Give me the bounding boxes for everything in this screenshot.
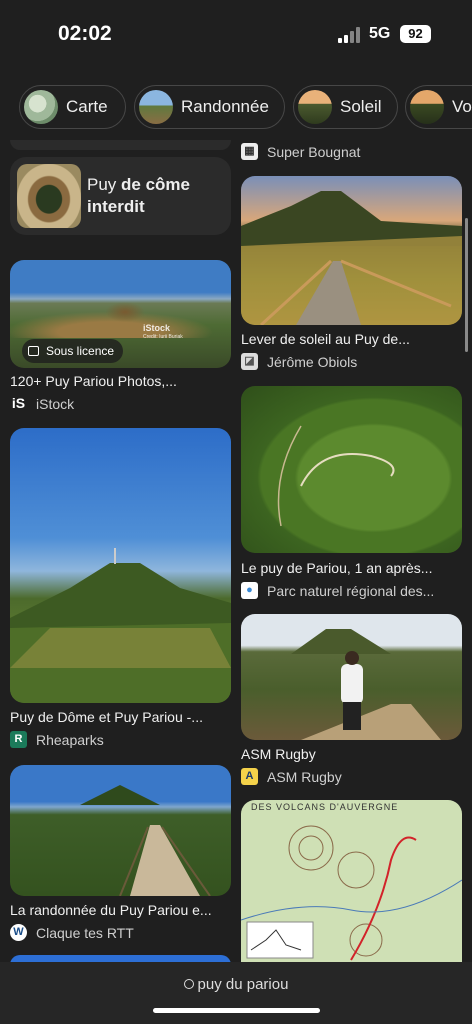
chip-carte[interactable]: Carte [19, 85, 126, 129]
clock: 02:02 [58, 22, 112, 45]
search-query[interactable]: puy du pariou [0, 976, 472, 993]
asm-rugby-icon: A [241, 768, 258, 785]
watermark-credit: Credit: Iurii Buriak [143, 334, 183, 340]
chip-vol[interactable]: Vol [405, 85, 472, 129]
result-image-hiking-map[interactable]: DES VOLCANS D'AUVERGNE [241, 800, 462, 962]
result-image-asm-rugby[interactable] [241, 614, 462, 740]
istock-icon: iS [11, 395, 26, 411]
chip-soleil[interactable]: Soleil [293, 85, 398, 129]
result-source: A ASM Rugby [241, 768, 342, 785]
hike-thumbnail-icon [139, 90, 173, 124]
scrollbar[interactable] [465, 218, 468, 352]
result-image-claque-tes-rtt[interactable] [10, 765, 231, 896]
cellular-signal-icon [338, 27, 362, 43]
wordpress-icon: W [10, 924, 27, 941]
previous-card-edge [10, 140, 231, 150]
image-icon [28, 346, 39, 356]
topo-map-drawing [241, 825, 462, 961]
sun-thumbnail-icon [298, 90, 332, 124]
battery-icon: 92 [400, 25, 431, 43]
crater-thumbnail [17, 164, 81, 228]
home-indicator[interactable] [153, 1008, 320, 1013]
crater-aerial-drawing [277, 425, 395, 527]
result-image-parc-naturel[interactable] [241, 386, 462, 553]
result-source: iS iStock [11, 395, 75, 412]
result-title[interactable]: Puy de Dôme et Puy Pariou -... [10, 709, 231, 725]
rheaparks-icon: R [10, 731, 27, 748]
result-source: W Claque tes RTT [10, 924, 134, 941]
result-source: ▦ Super Bougnat [241, 143, 360, 160]
super-bougnat-icon: ▦ [241, 143, 258, 160]
license-badge: Sous licence [22, 339, 124, 363]
network-type: 5G [369, 25, 391, 42]
volcano-thumbnail-icon [410, 90, 444, 124]
status-bar: 02:02 5G 92 [0, 0, 472, 70]
result-image-rheaparks[interactable] [10, 428, 231, 703]
chip-randonnee[interactable]: Randonnée [134, 85, 285, 129]
result-image-jerome-obiols[interactable] [241, 176, 462, 325]
search-bar[interactable]: puy du pariou [0, 962, 472, 1024]
result-source: ● Parc naturel régional des... [241, 582, 434, 599]
chip-label: Carte [66, 97, 108, 116]
chip-label: Randonnée [181, 97, 269, 116]
result-title[interactable]: 120+ Puy Pariou Photos,... [10, 373, 231, 389]
chip-label: Vol [452, 97, 472, 116]
runner-boardwalk-drawing [291, 629, 441, 740]
volcano-drawing [10, 548, 231, 703]
related-search-chips: Carte Randonnée Soleil Vol [0, 82, 472, 132]
result-title[interactable]: La randonnée du Puy Pariou e... [10, 902, 231, 918]
map-thumbnail-icon [24, 90, 58, 124]
result-title[interactable]: Lever de soleil au Puy de... [241, 331, 462, 347]
result-title[interactable]: Le puy de Pariou, 1 an après... [241, 560, 462, 576]
result-title[interactable]: ASM Rugby [241, 746, 462, 762]
related-search-title: Puy de côme interdit [87, 175, 191, 216]
related-search-card[interactable]: Puy de côme interdit [10, 157, 231, 235]
result-source: ◪ Jérôme Obiols [241, 353, 357, 370]
boardwalk-drawing [80, 785, 211, 896]
chip-label: Soleil [340, 97, 382, 116]
sunrise-boardwalk-drawing [241, 191, 462, 325]
parc-naturel-icon: ● [241, 582, 258, 599]
result-image-istock[interactable]: iStock Credit: Iurii Buriak Sous licence [10, 260, 231, 368]
watermark: iStock [143, 323, 171, 333]
search-icon [183, 979, 194, 989]
jerome-obiols-icon: ◪ [241, 353, 258, 370]
result-source: R Rheaparks [10, 731, 104, 748]
